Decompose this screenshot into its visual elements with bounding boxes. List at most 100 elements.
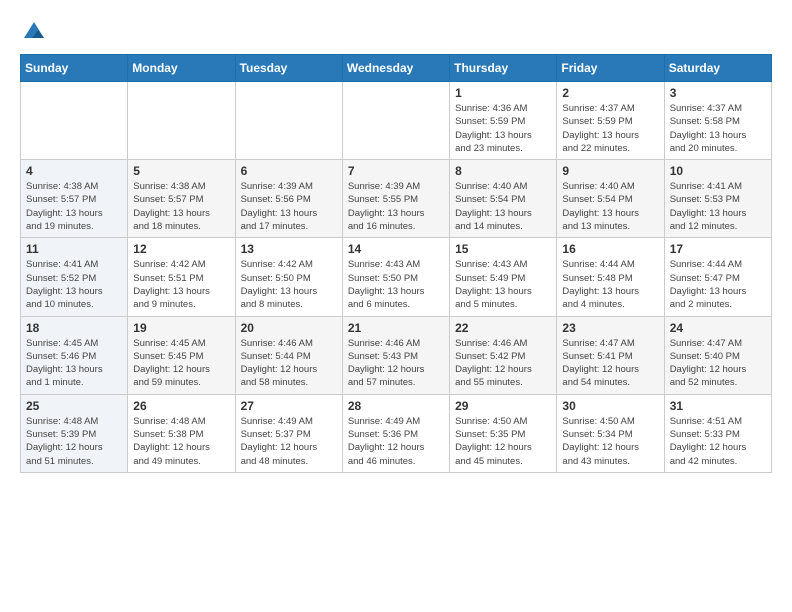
day-info: Sunrise: 4:36 AM Sunset: 5:59 PM Dayligh… [455,102,551,155]
day-number: 14 [348,242,444,256]
day-number: 18 [26,321,122,335]
calendar-cell: 21 Sunrise: 4:46 AM Sunset: 5:43 PM Dayli… [342,316,449,394]
day-number: 21 [348,321,444,335]
calendar-cell: 18 Sunrise: 4:45 AM Sunset: 5:46 PM Dayli… [21,316,128,394]
calendar-cell [21,82,128,160]
page-header [20,20,772,44]
calendar-cell: 13Sunrise: 4:42 AM Sunset: 5:50 PM Dayli… [235,238,342,316]
day-info: Sunrise: 4:39 AM Sunset: 5:55 PM Dayligh… [348,180,444,233]
calendar-week-row: 4 Sunrise: 4:38 AM Sunset: 5:57 PM Daylig… [21,160,772,238]
day-number: 24 [670,321,766,335]
calendar-cell: 25 Sunrise: 4:48 AM Sunset: 5:39 PM Dayli… [21,394,128,472]
calendar-cell: 6 Sunrise: 4:39 AM Sunset: 5:56 PM Daylig… [235,160,342,238]
day-number: 4 [26,164,122,178]
day-info: Sunrise: 4:37 AM Sunset: 5:59 PM Dayligh… [562,102,658,155]
day-info: Sunrise: 4:46 AM Sunset: 5:42 PM Dayligh… [455,337,551,390]
day-info: Sunrise: 4:50 AM Sunset: 5:34 PM Dayligh… [562,415,658,468]
day-info: Sunrise: 4:41 AM Sunset: 5:53 PM Dayligh… [670,180,766,233]
calendar-day-header: Friday [557,55,664,82]
calendar-week-row: 18 Sunrise: 4:45 AM Sunset: 5:46 PM Dayli… [21,316,772,394]
calendar-cell: 19 Sunrise: 4:45 AM Sunset: 5:45 PM Dayli… [128,316,235,394]
day-number: 31 [670,399,766,413]
day-number: 26 [133,399,229,413]
calendar-cell: 16 Sunrise: 4:44 AM Sunset: 5:48 PM Dayli… [557,238,664,316]
calendar-cell: 5Sunrise: 4:38 AM Sunset: 5:57 PM Daylig… [128,160,235,238]
calendar-day-header: Sunday [21,55,128,82]
day-info: Sunrise: 4:51 AM Sunset: 5:33 PM Dayligh… [670,415,766,468]
calendar-cell: 10 Sunrise: 4:41 AM Sunset: 5:53 PM Dayli… [664,160,771,238]
day-info: Sunrise: 4:42 AM Sunset: 5:51 PM Dayligh… [133,258,229,311]
logo-icon [22,20,46,44]
day-number: 1 [455,86,551,100]
day-number: 9 [562,164,658,178]
calendar-cell: 27Sunrise: 4:49 AM Sunset: 5:37 PM Dayli… [235,394,342,472]
day-number: 10 [670,164,766,178]
day-info: Sunrise: 4:43 AM Sunset: 5:50 PM Dayligh… [348,258,444,311]
day-info: Sunrise: 4:37 AM Sunset: 5:58 PM Dayligh… [670,102,766,155]
calendar-cell: 1 Sunrise: 4:36 AM Sunset: 5:59 PM Daylig… [450,82,557,160]
day-number: 27 [241,399,337,413]
day-number: 20 [241,321,337,335]
calendar-day-header: Monday [128,55,235,82]
day-number: 12 [133,242,229,256]
calendar-week-row: 11 Sunrise: 4:41 AM Sunset: 5:52 PM Dayli… [21,238,772,316]
calendar-cell: 17Sunrise: 4:44 AM Sunset: 5:47 PM Dayli… [664,238,771,316]
day-info: Sunrise: 4:50 AM Sunset: 5:35 PM Dayligh… [455,415,551,468]
day-info: Sunrise: 4:41 AM Sunset: 5:52 PM Dayligh… [26,258,122,311]
calendar-day-header: Saturday [664,55,771,82]
calendar-cell [342,82,449,160]
calendar-cell [128,82,235,160]
day-info: Sunrise: 4:45 AM Sunset: 5:46 PM Dayligh… [26,337,122,390]
day-number: 6 [241,164,337,178]
calendar-cell: 23Sunrise: 4:47 AM Sunset: 5:41 PM Dayli… [557,316,664,394]
day-info: Sunrise: 4:40 AM Sunset: 5:54 PM Dayligh… [562,180,658,233]
calendar-cell: 29 Sunrise: 4:50 AM Sunset: 5:35 PM Dayli… [450,394,557,472]
day-number: 19 [133,321,229,335]
day-number: 2 [562,86,658,100]
day-number: 13 [241,242,337,256]
calendar-cell: 8Sunrise: 4:40 AM Sunset: 5:54 PM Daylig… [450,160,557,238]
day-number: 11 [26,242,122,256]
day-number: 3 [670,86,766,100]
day-number: 16 [562,242,658,256]
day-number: 23 [562,321,658,335]
day-info: Sunrise: 4:48 AM Sunset: 5:39 PM Dayligh… [26,415,122,468]
calendar-day-header: Tuesday [235,55,342,82]
logo [20,20,46,44]
calendar-cell: 20 Sunrise: 4:46 AM Sunset: 5:44 PM Dayli… [235,316,342,394]
day-info: Sunrise: 4:38 AM Sunset: 5:57 PM Dayligh… [133,180,229,233]
calendar-week-row: 1 Sunrise: 4:36 AM Sunset: 5:59 PM Daylig… [21,82,772,160]
day-info: Sunrise: 4:45 AM Sunset: 5:45 PM Dayligh… [133,337,229,390]
day-info: Sunrise: 4:49 AM Sunset: 5:36 PM Dayligh… [348,415,444,468]
day-info: Sunrise: 4:39 AM Sunset: 5:56 PM Dayligh… [241,180,337,233]
calendar-day-header: Thursday [450,55,557,82]
calendar-cell: 12 Sunrise: 4:42 AM Sunset: 5:51 PM Dayli… [128,238,235,316]
day-info: Sunrise: 4:46 AM Sunset: 5:44 PM Dayligh… [241,337,337,390]
day-info: Sunrise: 4:46 AM Sunset: 5:43 PM Dayligh… [348,337,444,390]
calendar-cell: 26Sunrise: 4:48 AM Sunset: 5:38 PM Dayli… [128,394,235,472]
day-number: 30 [562,399,658,413]
day-info: Sunrise: 4:44 AM Sunset: 5:48 PM Dayligh… [562,258,658,311]
day-number: 15 [455,242,551,256]
calendar-cell: 30 Sunrise: 4:50 AM Sunset: 5:34 PM Dayli… [557,394,664,472]
calendar-week-row: 25 Sunrise: 4:48 AM Sunset: 5:39 PM Dayli… [21,394,772,472]
calendar-cell: 14 Sunrise: 4:43 AM Sunset: 5:50 PM Dayli… [342,238,449,316]
day-info: Sunrise: 4:43 AM Sunset: 5:49 PM Dayligh… [455,258,551,311]
day-number: 28 [348,399,444,413]
day-number: 22 [455,321,551,335]
day-info: Sunrise: 4:47 AM Sunset: 5:40 PM Dayligh… [670,337,766,390]
calendar-cell [235,82,342,160]
day-number: 17 [670,242,766,256]
calendar-cell: 15 Sunrise: 4:43 AM Sunset: 5:49 PM Dayli… [450,238,557,316]
calendar-cell: 28 Sunrise: 4:49 AM Sunset: 5:36 PM Dayli… [342,394,449,472]
calendar-cell: 7Sunrise: 4:39 AM Sunset: 5:55 PM Daylig… [342,160,449,238]
calendar-cell: 3 Sunrise: 4:37 AM Sunset: 5:58 PM Daylig… [664,82,771,160]
calendar-cell: 22 Sunrise: 4:46 AM Sunset: 5:42 PM Dayli… [450,316,557,394]
calendar-cell: 11 Sunrise: 4:41 AM Sunset: 5:52 PM Dayli… [21,238,128,316]
calendar-cell: 31 Sunrise: 4:51 AM Sunset: 5:33 PM Dayli… [664,394,771,472]
calendar-table: SundayMondayTuesdayWednesdayThursdayFrid… [20,54,772,473]
day-number: 8 [455,164,551,178]
day-number: 25 [26,399,122,413]
day-number: 29 [455,399,551,413]
calendar-header-row: SundayMondayTuesdayWednesdayThursdayFrid… [21,55,772,82]
